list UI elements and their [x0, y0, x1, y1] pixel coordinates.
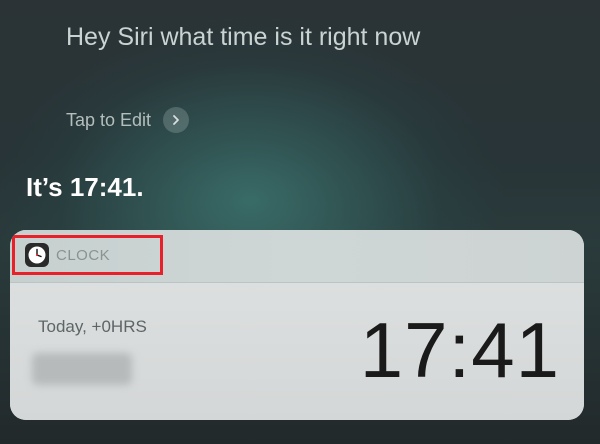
tap-to-edit-label: Tap to Edit: [66, 109, 152, 130]
tap-to-edit[interactable]: Tap to Edit: [66, 107, 190, 133]
siri-query-text: Hey Siri what time is it right now: [66, 23, 421, 51]
blurred-city-name: [32, 353, 132, 385]
clock-card[interactable]: CLOCK Today, +0HRS 17:41: [10, 230, 584, 420]
app-badge-highlight[interactable]: CLOCK: [12, 235, 163, 275]
clock-time: 17:41: [359, 306, 560, 394]
clock-icon: [25, 243, 49, 267]
chevron-right-icon[interactable]: [163, 107, 190, 133]
card-header: CLOCK: [10, 230, 584, 283]
app-name-label: CLOCK: [56, 246, 111, 264]
siri-answer: It’s 17:41.: [26, 172, 144, 202]
day-offset-label: Today, +0HRS: [38, 317, 147, 336]
card-body: Today, +0HRS 17:41: [10, 283, 584, 420]
